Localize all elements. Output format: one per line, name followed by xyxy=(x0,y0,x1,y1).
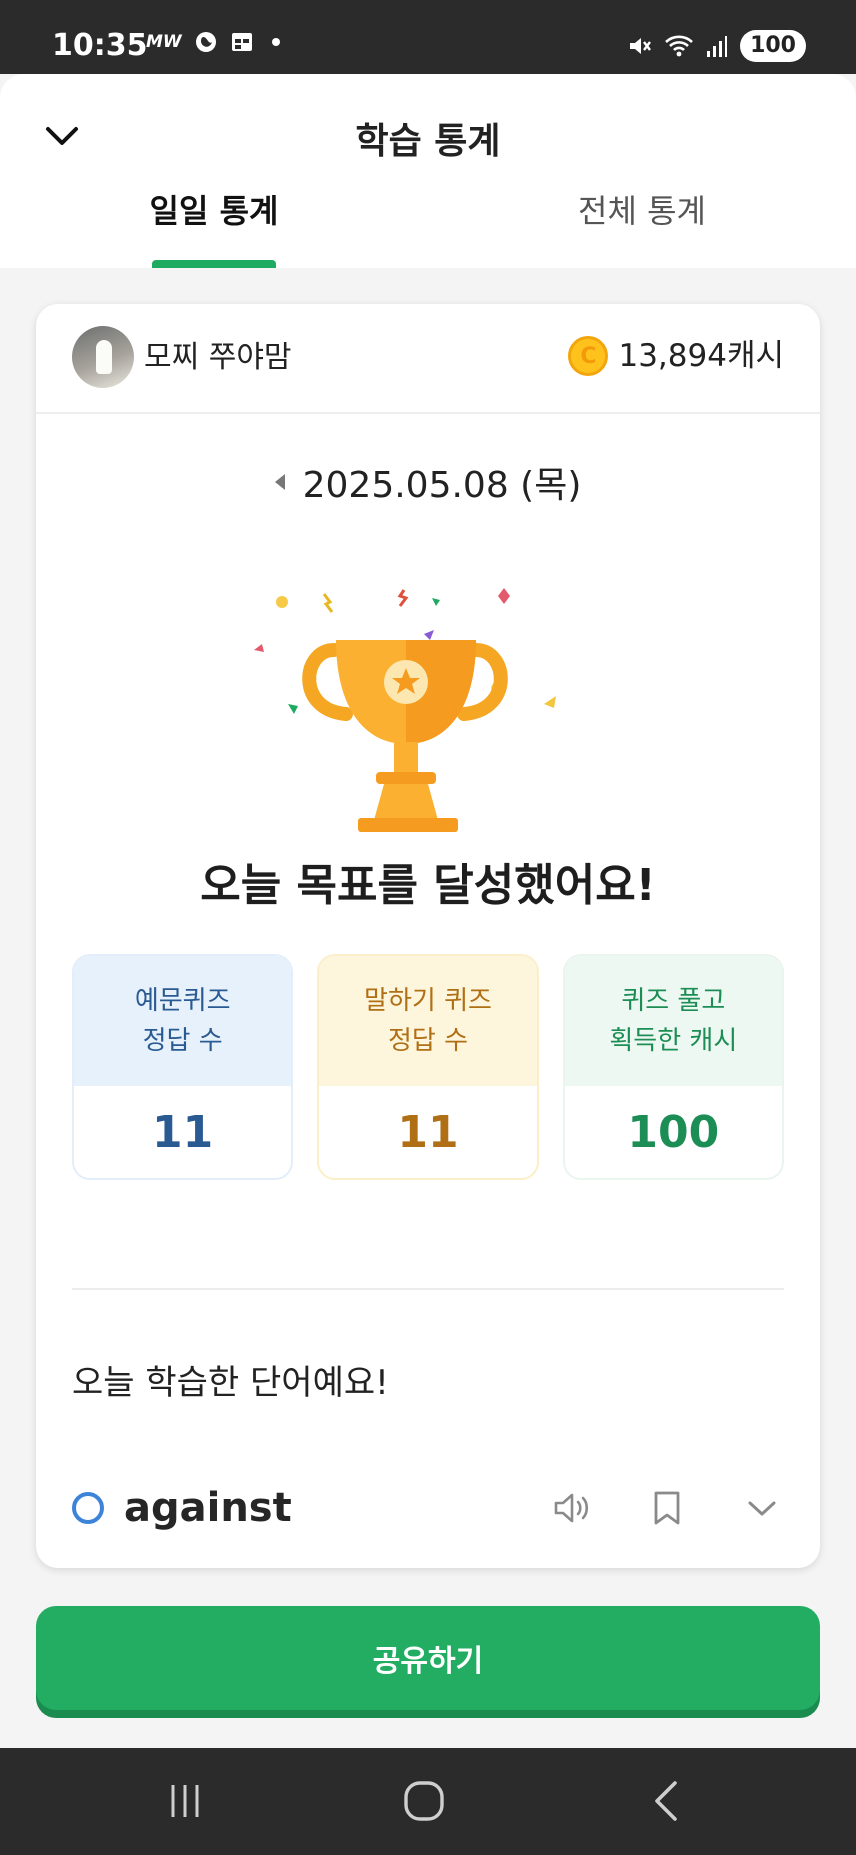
daily-stats-card: 모찌 쭈야맘 C 13,894캐시 2025.05.08 (목) 오늘 목표를 … xyxy=(36,304,820,1568)
avatar xyxy=(72,326,134,388)
stats-row: 예문퀴즈 정답 수 11 말하기 퀴즈 정답 수 11 퀴즈 풀고 획득한 캐시… xyxy=(72,954,784,1180)
stat-label: 퀴즈 풀고 획득한 캐시 xyxy=(564,956,782,1086)
stat-card-earned-cash: 퀴즈 풀고 획득한 캐시 100 xyxy=(562,954,784,1180)
share-button[interactable]: 공유하기 xyxy=(36,1606,820,1710)
trophy-illustration xyxy=(248,554,608,834)
tab-daily-stats[interactable]: 일일 통계 xyxy=(0,186,428,236)
chevron-down-icon[interactable] xyxy=(742,1488,782,1528)
status-bar: 10:35 MW 100 xyxy=(0,0,856,74)
stat-value: 100 xyxy=(627,1106,720,1158)
stat-label: 말하기 퀴즈 정답 수 xyxy=(319,956,537,1086)
dot-icon xyxy=(271,38,280,46)
meta-icon xyxy=(195,32,216,52)
divider xyxy=(72,1288,784,1290)
mute-icon xyxy=(630,38,652,54)
stat-value: 11 xyxy=(152,1106,214,1158)
circle-icon xyxy=(72,1492,104,1524)
cash-value: 13,894캐시 xyxy=(618,338,784,374)
active-tab-indicator xyxy=(152,260,276,268)
recent-apps-icon[interactable] xyxy=(155,1776,215,1826)
signal-icon xyxy=(707,36,728,57)
battery-indicator: 100 xyxy=(740,30,806,62)
triangle-left-icon[interactable] xyxy=(274,474,285,490)
tab-total-stats[interactable]: 전체 통계 xyxy=(428,186,856,236)
list-item[interactable]: against xyxy=(72,1474,784,1542)
date-text: 2025.05.08 (목) xyxy=(302,465,582,506)
stat-value: 11 xyxy=(397,1106,459,1158)
home-icon[interactable] xyxy=(394,1776,454,1826)
stat-card-example-quiz: 예문퀴즈 정답 수 11 xyxy=(72,954,294,1180)
stat-label: 예문퀴즈 정답 수 xyxy=(74,956,292,1086)
header: 학습 통계 일일 통계 전체 통계 xyxy=(0,74,856,268)
coin-icon: C xyxy=(568,336,609,376)
words-section-title: 오늘 학습한 단어예요! xyxy=(72,1363,389,1403)
carrier-badge: MW xyxy=(146,32,182,52)
date-selector: 2025.05.08 (목) xyxy=(36,454,820,510)
navigation-bar xyxy=(0,1748,856,1855)
word-text: against xyxy=(124,1485,292,1531)
back-icon[interactable] xyxy=(636,1776,696,1826)
status-right-icons: 100 xyxy=(626,30,806,62)
stat-card-speaking-quiz: 말하기 퀴즈 정답 수 11 xyxy=(317,954,539,1180)
trophy-icon xyxy=(254,588,556,832)
user-name: 모찌 쭈야맘 xyxy=(144,340,292,375)
goal-achieved-message: 오늘 목표를 달성했어요! xyxy=(200,860,656,911)
page-title: 학습 통계 xyxy=(355,121,501,162)
bookmark-icon[interactable] xyxy=(647,1488,687,1528)
status-left-icons: MW xyxy=(146,30,280,54)
wifi-icon xyxy=(665,35,693,57)
calendar-icon xyxy=(231,33,252,51)
cash-balance: C 13,894캐시 xyxy=(568,334,784,378)
speaker-icon[interactable] xyxy=(552,1488,592,1528)
status-time: 10:35 xyxy=(52,28,148,63)
profile-row: 모찌 쭈야맘 C 13,894캐시 xyxy=(36,304,820,414)
